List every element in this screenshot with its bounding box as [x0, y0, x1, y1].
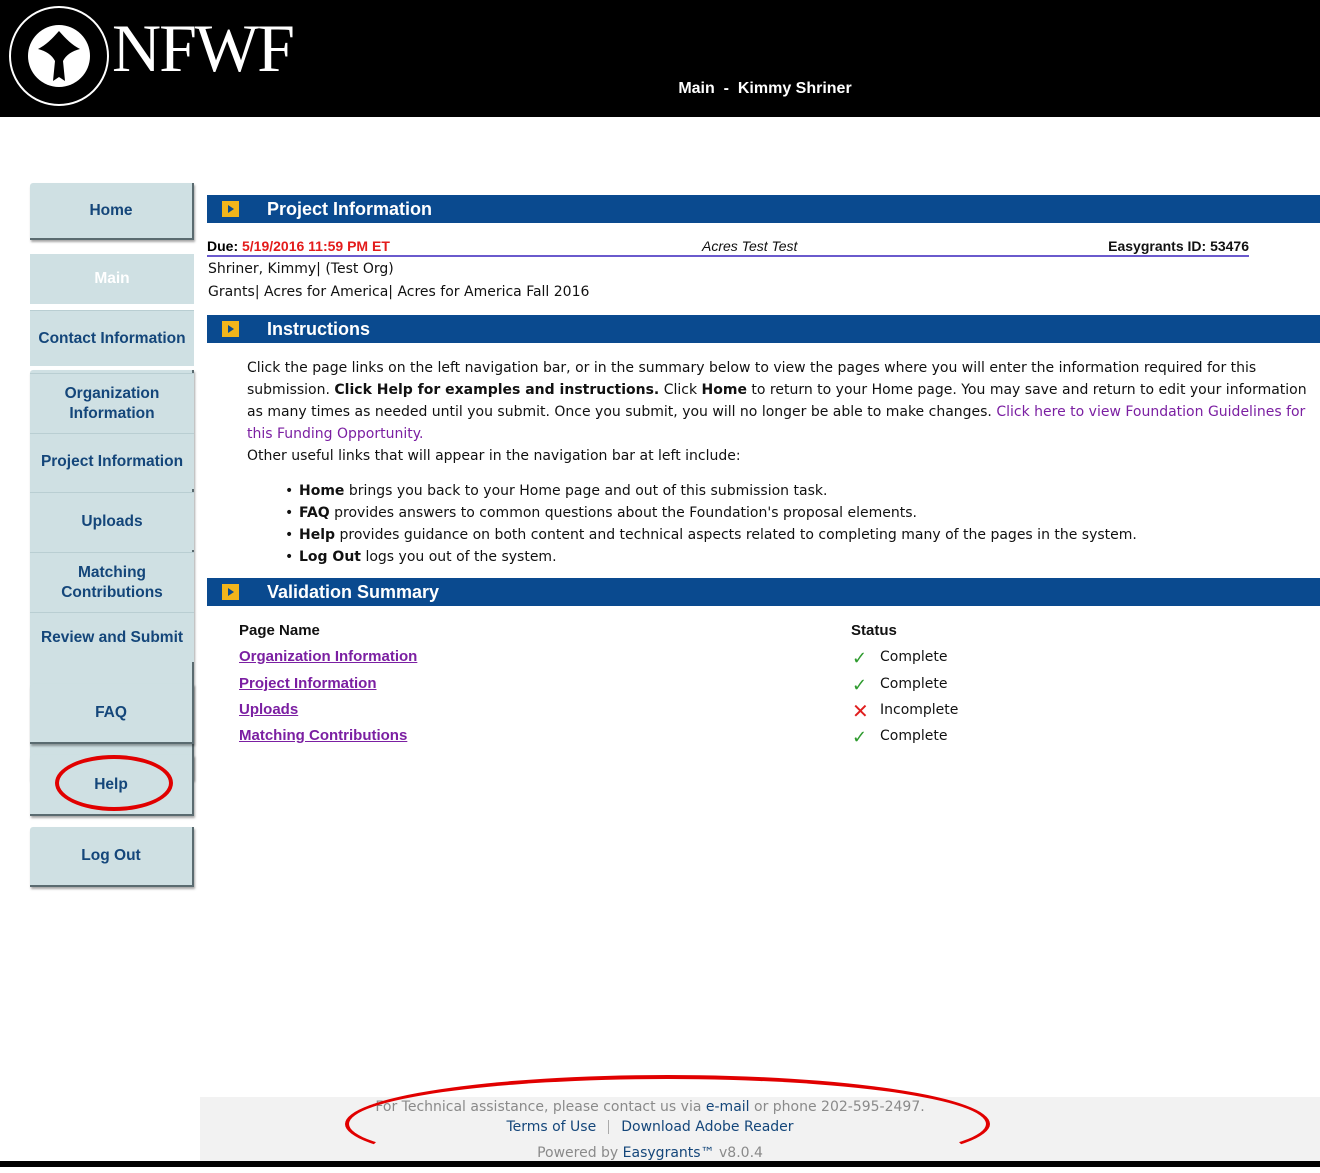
- nav-contact-information[interactable]: Contact Information: [30, 310, 194, 366]
- section-title: Project Information: [267, 199, 433, 219]
- nav-main[interactable]: Main: [30, 254, 194, 304]
- list-item: Help provides guidance on both content a…: [285, 524, 1137, 546]
- useful-links-list: Home brings you back to your Home page a…: [285, 480, 1137, 568]
- section-arrow-icon: [222, 321, 239, 337]
- nav-uploads[interactable]: Uploads: [30, 492, 194, 550]
- check-icon: ✓: [852, 648, 868, 669]
- project-name: Acres Test Test: [702, 238, 798, 254]
- nfwf-wordmark: NFWF: [112, 10, 295, 86]
- status-incomplete: Incomplete: [880, 702, 959, 718]
- x-icon: ✕: [852, 699, 869, 723]
- section-arrow-icon: [222, 584, 239, 600]
- nav-faq-button[interactable]: FAQ: [30, 684, 194, 744]
- validation-summary-header: Validation Summary: [207, 578, 1320, 606]
- status-complete: Complete: [880, 676, 948, 692]
- column-header-page-name: Page Name: [239, 622, 320, 639]
- page-title: Main - Kimmy Shriner: [678, 80, 852, 97]
- easygrants-id: Easygrants ID: 53476: [1108, 238, 1249, 254]
- nav-matching-contributions[interactable]: Matching Contributions: [30, 552, 194, 612]
- program-info: Grants| Acres for America| Acres for Ame…: [208, 284, 590, 300]
- section-arrow-icon: [222, 201, 239, 217]
- footer-annotation-ellipse: [345, 1075, 990, 1173]
- instructions-text: Click the page links on the left navigat…: [247, 360, 1307, 464]
- validation-link-organization-information[interactable]: Organization Information: [239, 648, 417, 665]
- validation-link-matching-contributions[interactable]: Matching Contributions: [239, 727, 407, 744]
- nav-review-and-submit[interactable]: Review and Submit: [30, 612, 194, 662]
- section-title: Validation Summary: [267, 582, 440, 602]
- left-navigation: Home Main Contact Information Organizati…: [0, 117, 200, 1167]
- section-title: Instructions: [267, 319, 371, 339]
- status-complete: Complete: [880, 728, 948, 744]
- main-content: Project Information Due: 5/19/2016 11:59…: [200, 117, 1320, 1097]
- due-row: Due: 5/19/2016 11:59 PM ET Acres Test Te…: [207, 237, 1249, 257]
- other-links-intro: Other useful links that will appear in t…: [247, 448, 741, 464]
- nav-organization-information[interactable]: Organization Information: [30, 373, 194, 433]
- column-header-status: Status: [851, 622, 897, 639]
- applicant-info: Shriner, Kimmy| (Test Org): [208, 261, 394, 277]
- nav-logout-button[interactable]: Log Out: [30, 827, 194, 887]
- header-bar: NFWF Main - Kimmy Shriner: [0, 0, 1320, 117]
- list-item: Home brings you back to your Home page a…: [285, 480, 1137, 502]
- project-information-header: Project Information: [207, 195, 1320, 223]
- nav-project-information[interactable]: Project Information: [30, 433, 194, 489]
- due-label: Due: 5/19/2016 11:59 PM ET: [207, 238, 390, 254]
- instructions-header: Instructions: [207, 315, 1320, 343]
- list-item: FAQ provides answers to common questions…: [285, 502, 1137, 524]
- due-date: 5/19/2016 11:59 PM ET: [242, 238, 390, 254]
- validation-link-uploads[interactable]: Uploads: [239, 701, 298, 718]
- validation-link-project-information[interactable]: Project Information: [239, 675, 377, 692]
- status-complete: Complete: [880, 649, 948, 665]
- help-annotation-ellipse: [55, 755, 173, 811]
- check-icon: ✓: [852, 675, 868, 696]
- list-item: Log Out logs you out of the system.: [285, 546, 1137, 568]
- nav-home-button[interactable]: Home: [30, 183, 194, 240]
- check-icon: ✓: [852, 727, 868, 748]
